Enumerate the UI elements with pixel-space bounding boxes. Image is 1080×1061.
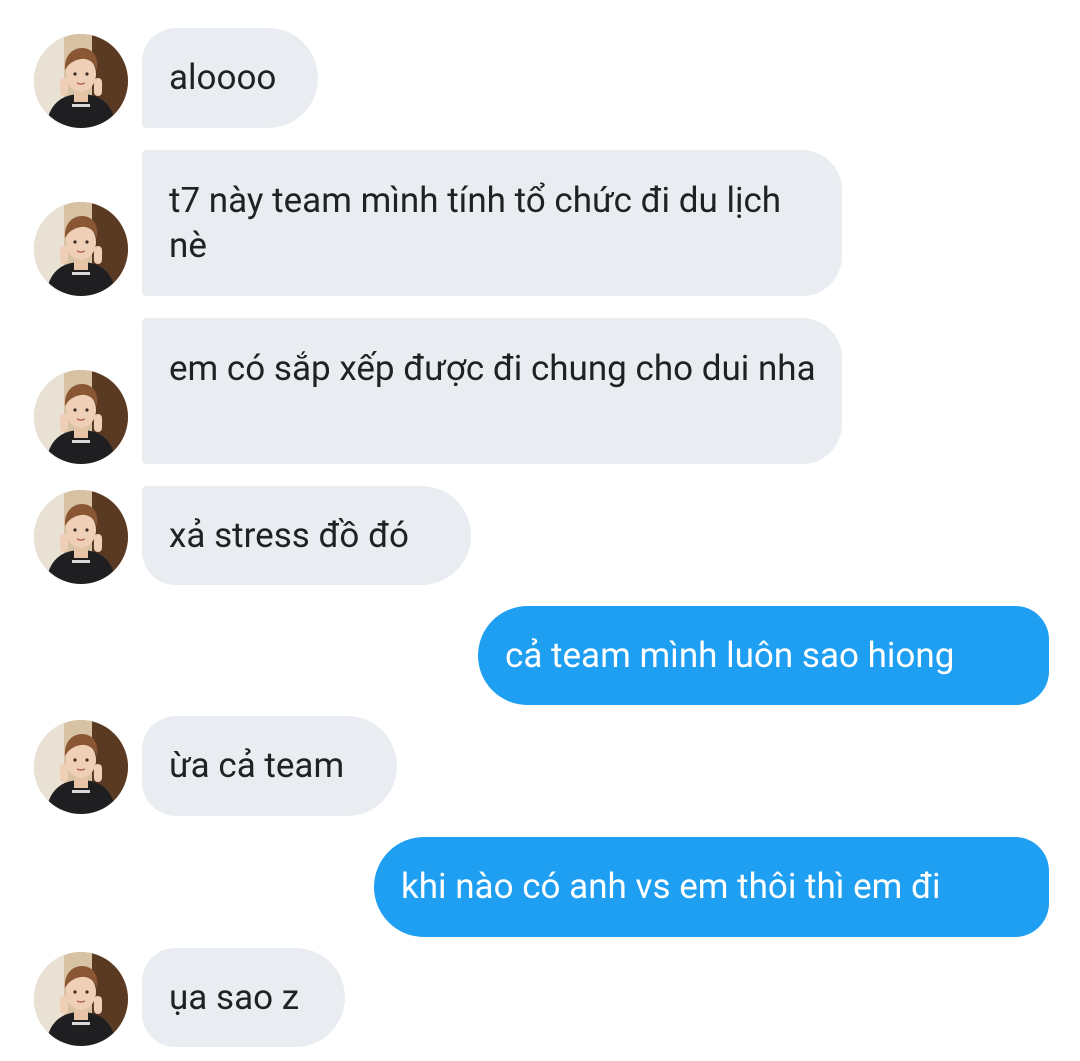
contact-avatar[interactable] — [34, 202, 128, 296]
outgoing-message-bubble[interactable]: khi nào có anh vs em thôi thì em đi — [374, 837, 1049, 937]
avatar-photo — [34, 952, 128, 1046]
message-text: khi nào có anh vs em thôi thì em đi — [401, 866, 941, 907]
incoming-message-bubble[interactable]: t7 này team mình tính tổ chức đi du lịch… — [142, 150, 842, 296]
contact-avatar[interactable] — [34, 720, 128, 814]
incoming-message-bubble[interactable]: ừa cả team — [142, 716, 397, 816]
message-text: t7 này team mình tính tổ chức đi du lịch… — [169, 180, 782, 266]
avatar-photo — [34, 490, 128, 584]
incoming-message-bubble[interactable]: em có sắp xếp được đi chung cho dui nha — [142, 318, 842, 464]
avatar-photo — [34, 34, 128, 128]
message-text: ừa cả team — [169, 745, 345, 786]
message-text: ụa sao z — [169, 977, 300, 1018]
outgoing-message-bubble[interactable]: cả team mình luôn sao hiong — [478, 606, 1049, 705]
incoming-message-bubble[interactable]: aloooo — [142, 28, 318, 128]
message-text: xả stress đồ đó — [169, 515, 409, 556]
contact-avatar[interactable] — [34, 34, 128, 128]
message-text: em có sắp xếp được đi chung cho dui nha — [169, 348, 816, 389]
avatar-photo — [34, 720, 128, 814]
message-text: cả team mình luôn sao hiong — [505, 635, 955, 676]
incoming-message-bubble[interactable]: xả stress đồ đó — [142, 486, 471, 585]
contact-avatar[interactable] — [34, 490, 128, 584]
message-thread: aloooo t7 này team mình tính tổ chức đi … — [0, 0, 1080, 1061]
avatar-photo — [34, 370, 128, 464]
incoming-message-bubble[interactable]: ụa sao z — [142, 948, 345, 1047]
message-text: aloooo — [169, 57, 277, 98]
contact-avatar[interactable] — [34, 952, 128, 1046]
contact-avatar[interactable] — [34, 370, 128, 464]
avatar-photo — [34, 202, 128, 296]
